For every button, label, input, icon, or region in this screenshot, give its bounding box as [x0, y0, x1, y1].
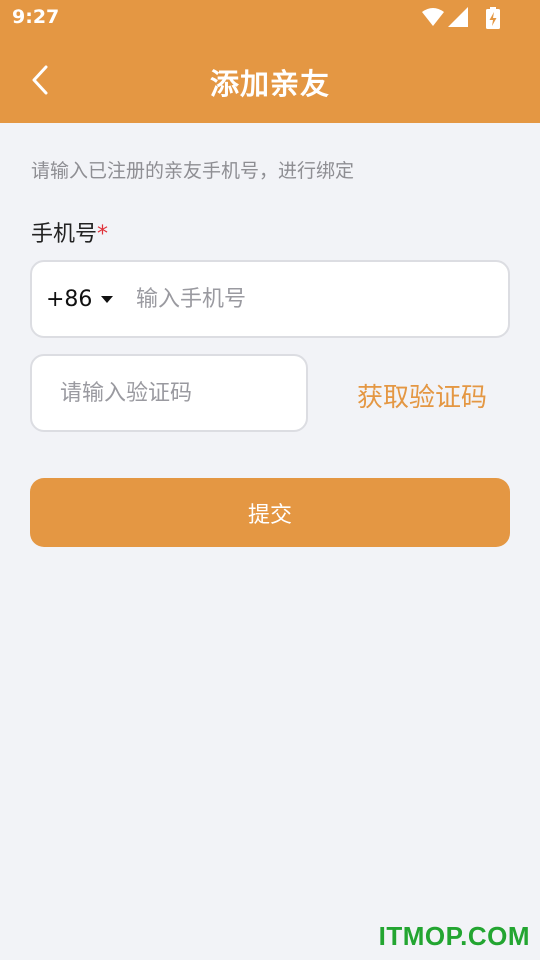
phone-field: +86: [30, 260, 510, 338]
required-mark: *: [97, 222, 109, 247]
get-code-button[interactable]: 获取验证码: [357, 377, 487, 414]
phone-label-text: 手机号: [31, 222, 98, 247]
app-header: 9:27 添加亲友: [0, 0, 540, 123]
wifi-icon: [422, 8, 444, 26]
page-title: 添加亲友: [209, 67, 330, 101]
phone-label: 手机号*: [31, 216, 108, 248]
phone-input[interactable]: [136, 262, 496, 336]
cellular-signal-icon: [448, 7, 468, 27]
form-hint: 请输入已注册的亲友手机号，进行绑定: [31, 160, 355, 182]
code-field: [30, 354, 308, 432]
country-code-value: +86: [46, 286, 93, 312]
navigation-bar: 添加亲友: [0, 36, 540, 123]
submit-button[interactable]: 提交: [30, 478, 510, 547]
battery-charging-icon: [486, 7, 500, 29]
status-time: 9:27: [12, 6, 60, 28]
verification-code-input[interactable]: [60, 356, 290, 430]
country-code-selector[interactable]: +86: [46, 262, 114, 336]
status-bar: 9:27: [0, 0, 540, 36]
watermark-logo: ITMOP.COM: [378, 921, 530, 951]
caret-down-icon: [101, 295, 114, 303]
